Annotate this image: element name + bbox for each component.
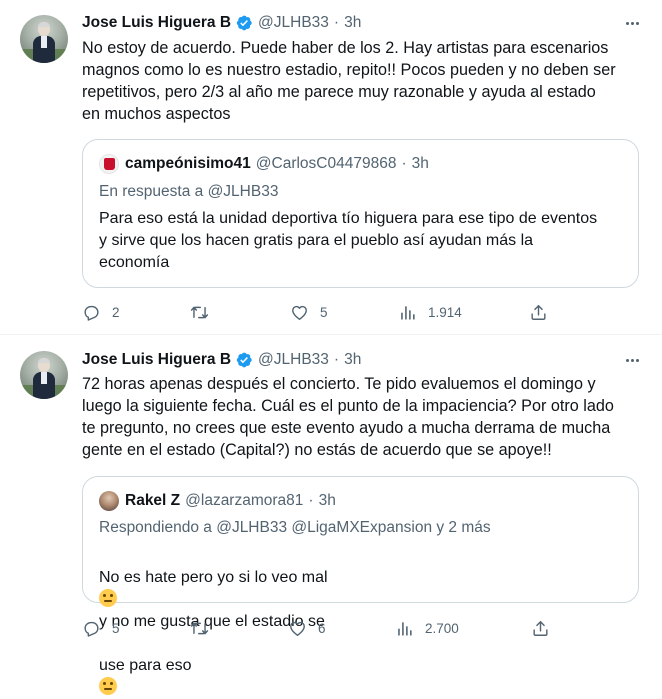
crying-face-emoji-icon xyxy=(99,677,117,695)
quoted-text-part: No es hate pero yo si lo veo mal xyxy=(99,569,328,586)
tweet-header: Jose Luis Higuera B @JLHB33 · 3h xyxy=(82,350,361,370)
tweet-actions: 2 5 1.914 xyxy=(82,302,562,322)
share-button[interactable] xyxy=(529,302,548,322)
reply-icon xyxy=(84,621,99,637)
tweet-text: No estoy de acuerdo. Puede haber de los … xyxy=(82,39,616,123)
tweet-time[interactable]: 3h xyxy=(344,14,361,32)
author-name[interactable]: Jose Luis Higuera B xyxy=(82,14,231,32)
separator-dot: · xyxy=(401,155,407,172)
author-handle[interactable]: @JLHB33 xyxy=(258,14,329,32)
quoted-tweet-header: campeónisimo41 @CarlosC04479868 · 3h xyxy=(99,154,429,174)
views-button[interactable]: 2.700 xyxy=(395,618,459,638)
views-button[interactable]: 1.914 xyxy=(398,302,462,322)
view-count: 2.700 xyxy=(425,620,459,636)
share-icon xyxy=(531,304,546,320)
retweet-button[interactable] xyxy=(190,302,220,322)
more-options-icon[interactable] xyxy=(622,13,642,33)
reply-button[interactable]: 5 xyxy=(82,618,120,638)
retweet-icon xyxy=(190,622,209,634)
quoted-time: 3h xyxy=(318,492,336,509)
quoted-author-name: Rakel Z xyxy=(125,492,181,509)
more-options-icon[interactable] xyxy=(622,350,642,370)
quoted-author-handle: @lazarzamora81 xyxy=(185,492,304,509)
quoted-tweet-header: Rakel Z @lazarzamora81 · 3h xyxy=(99,491,336,511)
tweet-actions: 5 6 2.700 xyxy=(82,618,562,638)
quoted-reply-context: Respondiendo a @JLHB33 @LigaMXExpansion … xyxy=(99,519,491,536)
like-icon xyxy=(290,621,305,636)
like-count: 5 xyxy=(320,304,328,320)
grimacing-face-emoji-icon xyxy=(99,589,117,607)
views-icon xyxy=(398,621,412,636)
reply-count: 5 xyxy=(112,620,120,636)
reply-count: 2 xyxy=(112,304,120,320)
reply-button[interactable]: 2 xyxy=(82,302,120,322)
separator-dot: · xyxy=(333,351,340,368)
retweet-icon xyxy=(190,306,209,318)
quoted-author-name: campeónisimo41 xyxy=(125,155,251,172)
like-icon xyxy=(292,305,307,320)
verified-badge-icon xyxy=(236,15,252,31)
share-button[interactable] xyxy=(531,618,550,638)
quoted-avatar xyxy=(99,154,119,174)
author-avatar[interactable] xyxy=(20,351,68,399)
like-button[interactable]: 6 xyxy=(288,618,326,638)
quoted-text-part: use para eso xyxy=(99,657,192,674)
quoted-avatar xyxy=(99,491,119,511)
like-button[interactable]: 5 xyxy=(290,302,328,322)
reply-icon xyxy=(84,305,99,321)
tweet[interactable]: Jose Luis Higuera B @JLHB33 · 3h No esto… xyxy=(0,0,662,335)
tweet-header: Jose Luis Higuera B @JLHB33 · 3h xyxy=(82,13,361,33)
author-avatar[interactable] xyxy=(20,15,68,63)
quoted-tweet-text: Para eso está la unidad deportiva tío hi… xyxy=(99,210,598,271)
retweet-button[interactable] xyxy=(190,618,220,638)
separator-dot: · xyxy=(308,492,314,509)
author-name[interactable]: Jose Luis Higuera B xyxy=(82,351,231,369)
quoted-reply-context: En respuesta a @JLHB33 xyxy=(99,183,279,200)
share-icon xyxy=(533,620,548,636)
verified-badge-icon xyxy=(236,352,252,368)
separator-dot: · xyxy=(333,14,340,31)
tweet-time[interactable]: 3h xyxy=(344,351,361,369)
tweet-text: 72 horas apenas después el concierto. Te… xyxy=(82,375,614,459)
tweet[interactable]: Jose Luis Higuera B @JLHB33 · 3h 72 hora… xyxy=(0,335,662,695)
quoted-author-handle: @CarlosC04479868 xyxy=(255,155,397,172)
view-count: 1.914 xyxy=(428,304,462,320)
quoted-time: 3h xyxy=(411,155,429,172)
quoted-tweet[interactable]: campeónisimo41 @CarlosC04479868 · 3h En … xyxy=(82,139,639,288)
like-count: 6 xyxy=(318,620,326,636)
views-icon xyxy=(401,305,415,320)
author-handle[interactable]: @JLHB33 xyxy=(258,351,329,369)
quoted-tweet[interactable]: Rakel Z @lazarzamora81 · 3h Respondiendo… xyxy=(82,476,639,695)
